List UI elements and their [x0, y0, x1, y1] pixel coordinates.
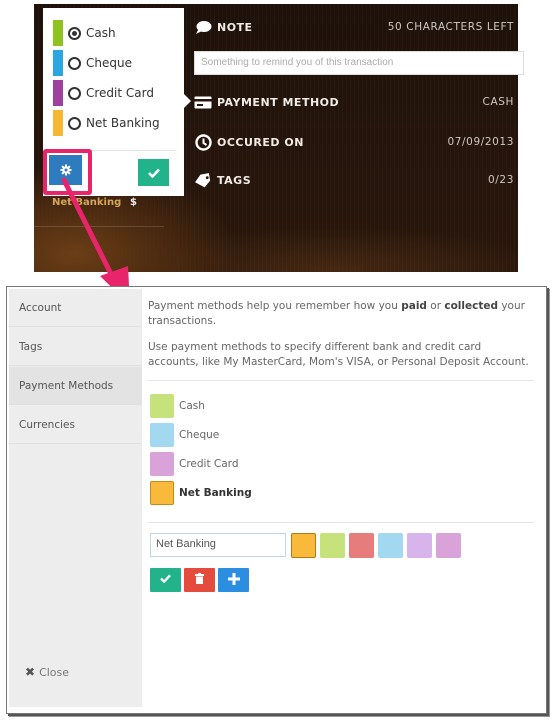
occured-on-value: 07/09/2013 [447, 136, 514, 148]
note-input[interactable]: Something to remind you of this transact… [194, 51, 524, 75]
tags-count: 0/23 [488, 174, 514, 186]
color-option-orange[interactable] [291, 533, 316, 558]
note-char-counter: 50 CHARACTERS LEFT [387, 21, 514, 33]
intro-paragraph: Payment methods help you remember how yo… [148, 299, 533, 329]
color-bar [53, 50, 63, 76]
payment-methods-pane: Payment methods help you remember how yo… [148, 287, 546, 713]
confirm-button[interactable] [138, 159, 169, 186]
payment-option-cheque[interactable]: Cheque [53, 50, 132, 76]
tag-icon [194, 171, 212, 189]
settings-dialog: Account Tags Payment Methods Currencies … [6, 286, 547, 714]
sidebar-item-payment-methods[interactable]: Payment Methods [9, 367, 142, 405]
add-button[interactable] [218, 568, 249, 592]
occured-on-label: OCCURED ON [217, 135, 304, 149]
radio[interactable] [68, 86, 81, 100]
color-option-lavender[interactable] [407, 533, 432, 558]
sidebar-item-tags[interactable]: Tags [9, 328, 142, 366]
save-button[interactable] [150, 568, 181, 592]
option-label: Net Banking [86, 116, 160, 130]
occured-on-row[interactable]: OCCURED ON 07/09/2013 [194, 132, 518, 152]
check-icon [160, 574, 171, 586]
payment-method-row[interactable]: PAYMENT METHOD CASH [194, 92, 518, 112]
credit-card-icon [194, 93, 212, 111]
color-swatch [150, 423, 174, 447]
payment-option-net-banking[interactable]: Net Banking [53, 110, 160, 136]
usage-paragraph: Use payment methods to specify different… [148, 341, 529, 368]
method-name-input[interactable]: Net Banking [150, 533, 286, 557]
color-option-pink[interactable] [436, 533, 461, 558]
sidebar-item-account[interactable]: Account [9, 289, 142, 327]
color-swatch [150, 452, 174, 476]
radio-selected[interactable] [68, 26, 81, 40]
color-bar [53, 110, 63, 136]
payment-option-credit-card[interactable]: Credit Card [53, 80, 154, 106]
note-label: NOTE [217, 20, 253, 34]
intro-emphasis: collected [444, 300, 498, 312]
color-bar [53, 80, 63, 106]
color-option-green[interactable] [320, 533, 345, 558]
check-icon [147, 163, 160, 182]
color-swatch [150, 481, 174, 505]
close-button[interactable]: ✖ Close [25, 665, 69, 679]
color-option-blue[interactable] [378, 533, 403, 558]
method-item-cash[interactable]: Cash [150, 394, 205, 418]
sidebar-item-label: Account [19, 301, 62, 314]
divider [148, 522, 534, 523]
intro-emphasis: paid [401, 300, 427, 312]
intro-text: or [426, 300, 445, 312]
tags-row[interactable]: TAGS 0/23 [194, 170, 518, 190]
payment-method-label: PAYMENT METHOD [217, 95, 340, 109]
payment-method-popup: Cash Cheque Credit Card Net Banking [43, 8, 191, 196]
trash-icon [195, 573, 204, 587]
payment-option-cash[interactable]: Cash [53, 20, 116, 46]
sidebar-item-label: Currencies [19, 418, 75, 431]
tags-label: TAGS [217, 173, 252, 187]
option-label: Credit Card [86, 86, 154, 100]
option-label: Cheque [86, 56, 132, 70]
payment-method-value: CASH [482, 96, 514, 108]
method-label: Net Banking [179, 487, 252, 499]
close-icon: ✖ [25, 665, 36, 679]
option-label: Cash [86, 26, 116, 40]
radio[interactable] [68, 56, 81, 70]
color-option-red[interactable] [349, 533, 374, 558]
clock-icon [194, 133, 212, 151]
gear-icon [60, 161, 72, 180]
method-item-credit-card[interactable]: Credit Card [150, 452, 238, 476]
close-label: Close [39, 665, 70, 679]
settings-sidebar: Account Tags Payment Methods Currencies … [9, 289, 142, 707]
method-label: Cheque [179, 429, 220, 441]
speech-bubble-icon [194, 18, 212, 36]
method-item-net-banking[interactable]: Net Banking [150, 481, 252, 505]
radio[interactable] [68, 116, 81, 130]
background-method-label: Net Banking [52, 197, 122, 208]
note-row: NOTE 50 CHARACTERS LEFT [194, 17, 518, 37]
color-swatch [150, 394, 174, 418]
background-currency-symbol: $ [130, 197, 137, 208]
sidebar-item-label: Tags [19, 340, 43, 353]
divider [34, 226, 164, 227]
intro-text: Payment methods help you remember how yo… [148, 300, 402, 312]
settings-button[interactable] [49, 155, 82, 185]
sidebar-item-currencies[interactable]: Currencies [9, 406, 142, 444]
divider [148, 380, 534, 381]
method-item-cheque[interactable]: Cheque [150, 423, 219, 447]
method-label: Credit Card [179, 458, 239, 470]
method-label: Cash [179, 400, 205, 412]
plus-icon [227, 572, 240, 588]
sidebar-item-label: Payment Methods [19, 379, 114, 392]
delete-button[interactable] [184, 568, 215, 592]
color-bar [53, 20, 63, 46]
